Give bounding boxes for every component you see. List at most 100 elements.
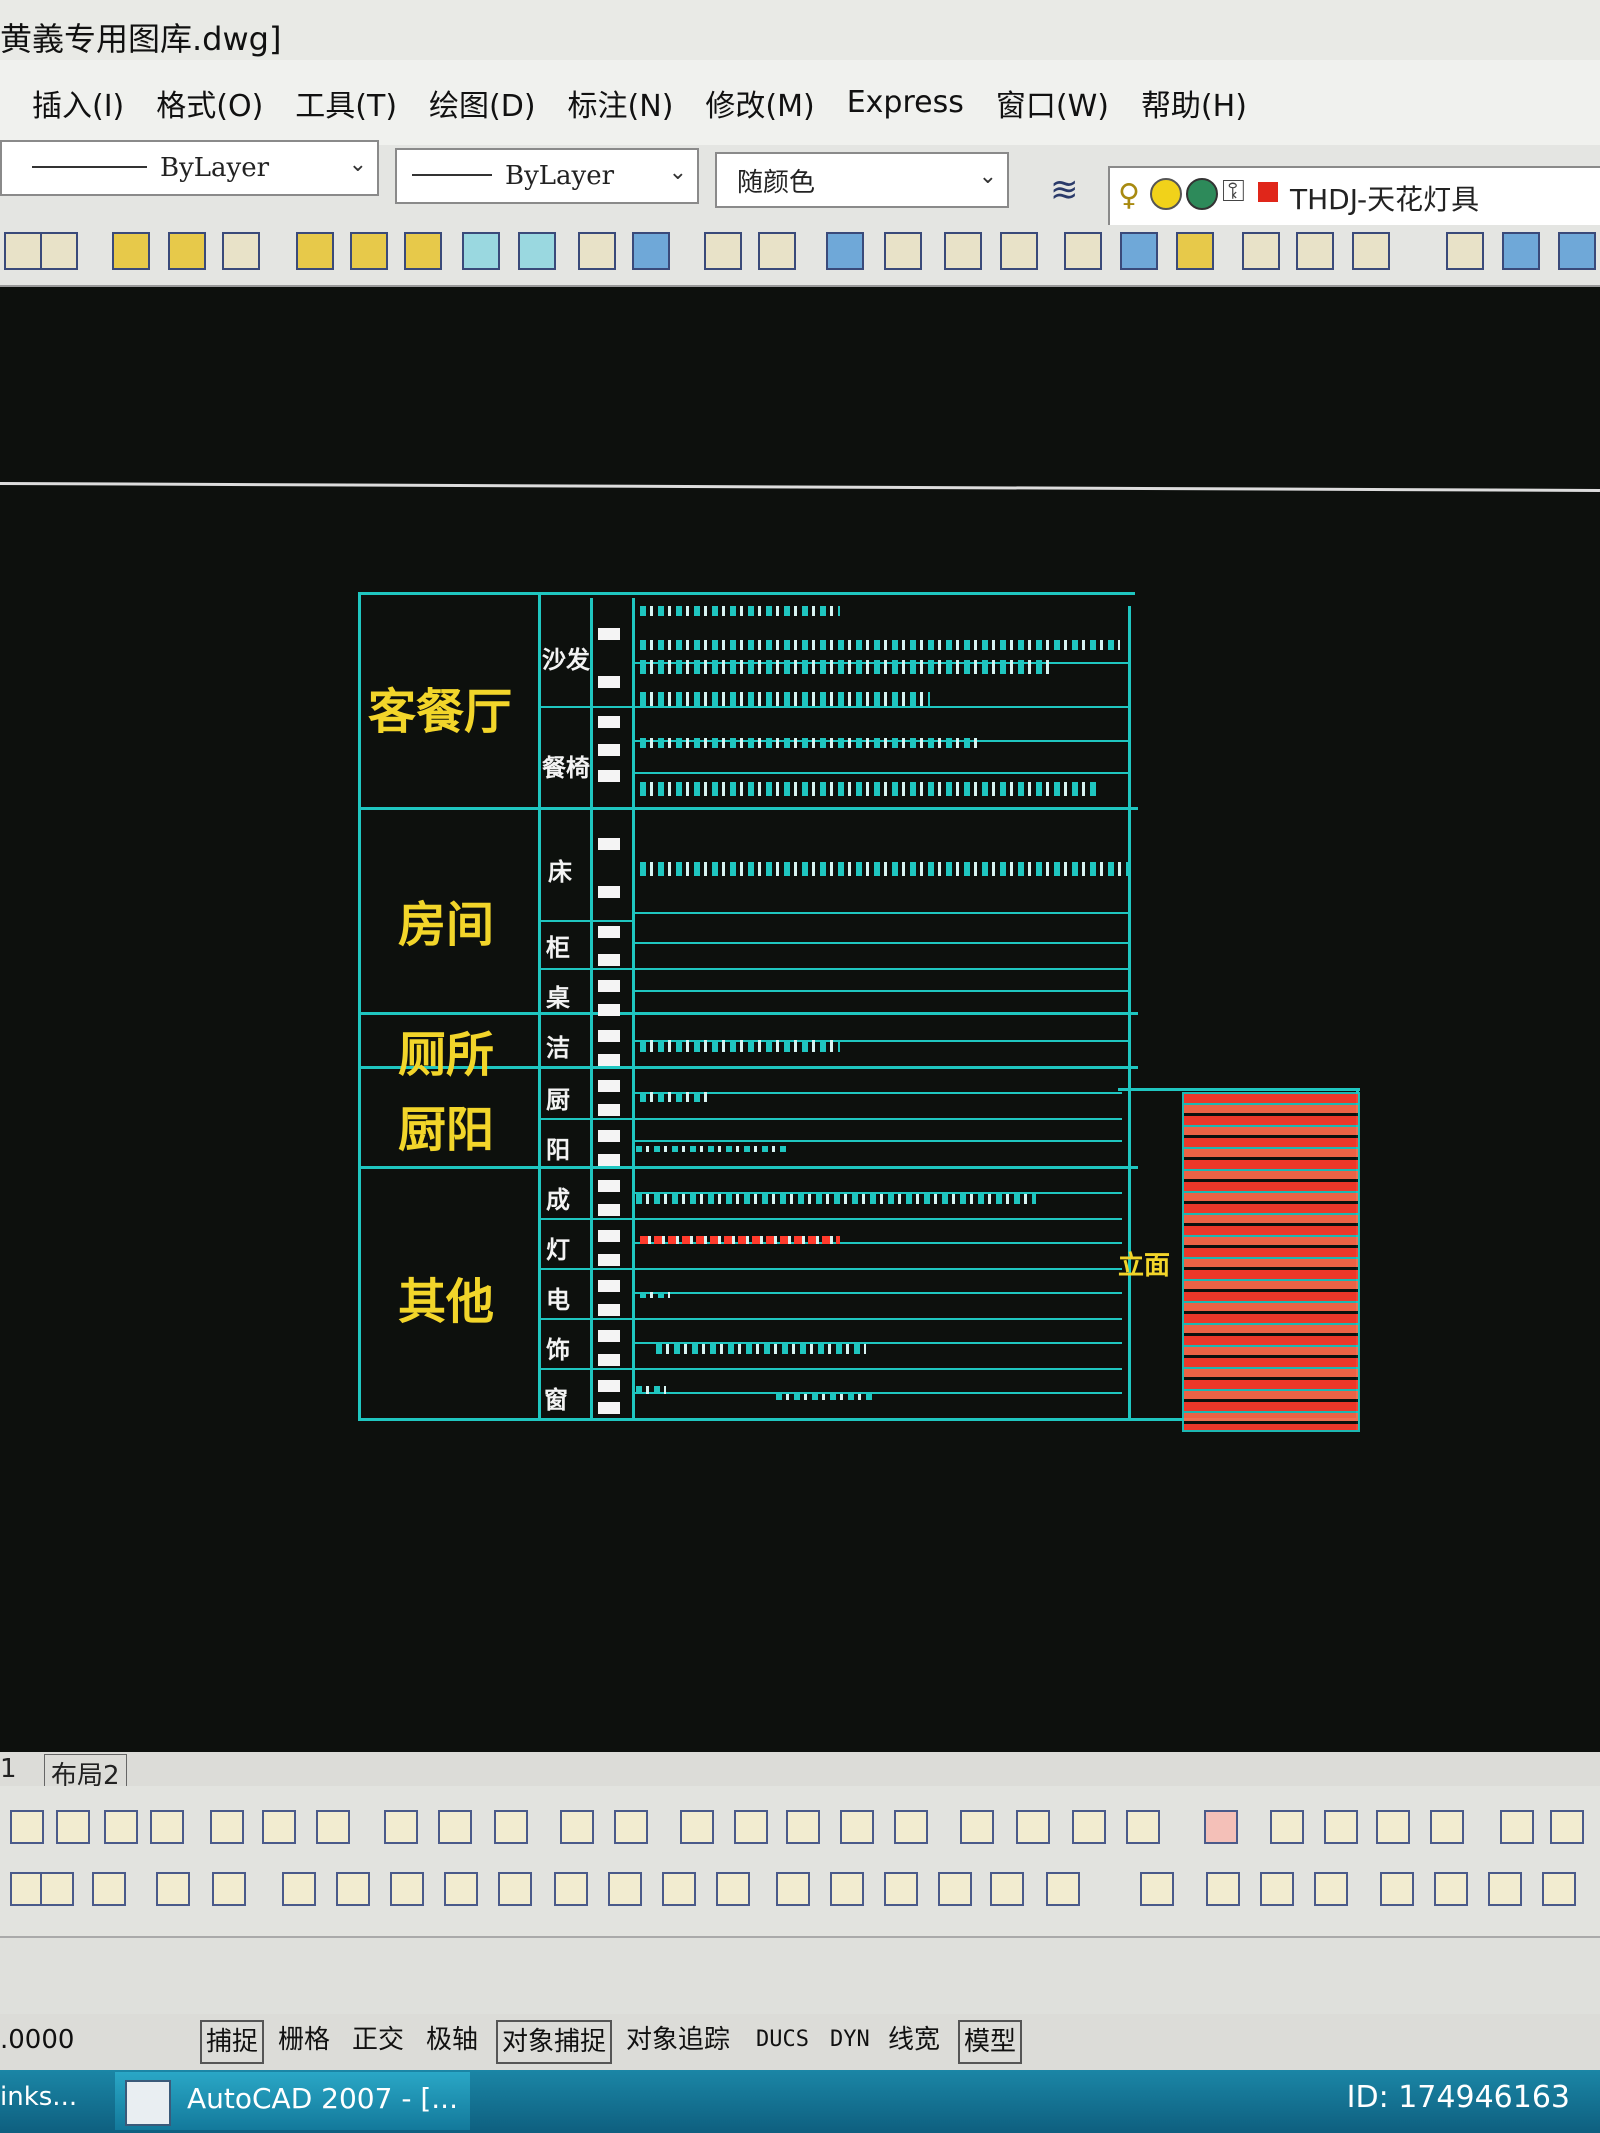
layers-icon[interactable]: ≋	[1050, 170, 1079, 210]
toolbar-icon[interactable]	[1176, 232, 1214, 270]
block-thumbnails[interactable]	[640, 738, 980, 748]
toolbar-icon[interactable]	[704, 232, 742, 270]
toolbar-icon[interactable]	[212, 1872, 246, 1906]
toolbar-icon[interactable]	[336, 1872, 370, 1906]
toolbar-icon[interactable]	[1126, 1810, 1160, 1844]
toolbar-icon[interactable]	[826, 232, 864, 270]
status-ducs[interactable]: DUCS	[756, 2020, 809, 2060]
toolbar-icon[interactable]	[1380, 1872, 1414, 1906]
toolbar-icon[interactable]	[554, 1872, 588, 1906]
taskbar-links[interactable]: inks...	[0, 2082, 77, 2112]
toolbar-icon[interactable]	[282, 1872, 316, 1906]
toolbar-icon[interactable]	[462, 232, 500, 270]
toolbar-icon[interactable]	[404, 232, 442, 270]
toolbar-icon[interactable]	[390, 1872, 424, 1906]
toolbar-icon[interactable]	[1064, 232, 1102, 270]
status-dyn[interactable]: DYN	[830, 2020, 870, 2060]
toolbar-icon[interactable]	[316, 1810, 350, 1844]
block-thumbnails[interactable]	[640, 606, 840, 616]
tab-layout1[interactable]: 1	[0, 1754, 17, 1784]
toolbar-icon[interactable]	[40, 1872, 74, 1906]
block-thumbnails[interactable]	[636, 1194, 1036, 1204]
toolbar-icon[interactable]	[438, 1810, 472, 1844]
toolbar-icon[interactable]	[1324, 1810, 1358, 1844]
toolbar-icon[interactable]	[104, 1810, 138, 1844]
drawing-canvas[interactable]	[0, 287, 1600, 1752]
toolbar-icon[interactable]	[1260, 1872, 1294, 1906]
toolbar-icon[interactable]	[498, 1872, 532, 1906]
menu-window[interactable]: 窗口(W)	[996, 81, 1109, 125]
toolbar-icon[interactable]	[262, 1810, 296, 1844]
toolbar-icon[interactable]	[830, 1872, 864, 1906]
toolbar-icon[interactable]	[56, 1810, 90, 1844]
block-thumbnails[interactable]	[640, 1040, 840, 1052]
status-ortho[interactable]: 正交	[352, 2020, 404, 2060]
toolbar-icon[interactable]	[786, 1810, 820, 1844]
toolbar-icon[interactable]	[1206, 1872, 1240, 1906]
toolbar-icon[interactable]	[1046, 1872, 1080, 1906]
hatch-icon[interactable]	[40, 232, 78, 270]
status-grid[interactable]: 栅格	[278, 2020, 330, 2060]
toolbar-icon[interactable]	[296, 232, 334, 270]
toolbar-icon[interactable]	[1542, 1872, 1576, 1906]
status-osnap[interactable]: 对象捕捉	[496, 2020, 613, 2064]
layer-select[interactable]: ♀ ⚿ THDJ-天花灯具	[1108, 166, 1600, 228]
block-thumbnails[interactable]	[640, 1292, 670, 1298]
menu-tools[interactable]: 工具(T)	[295, 81, 397, 125]
toolbar-icon[interactable]	[578, 232, 616, 270]
toolbar-icon[interactable]	[776, 1872, 810, 1906]
toolbar-icon[interactable]	[1488, 1872, 1522, 1906]
block-thumbnails[interactable]	[640, 862, 1130, 876]
block-thumbnails[interactable]	[640, 782, 1100, 796]
toolbar-icon[interactable]	[1016, 1810, 1050, 1844]
block-thumbnails[interactable]	[656, 1344, 866, 1354]
block-thumbnails[interactable]	[776, 1394, 876, 1400]
toolbar-icon[interactable]	[1430, 1810, 1464, 1844]
menu-insert[interactable]: 插入(I)	[32, 81, 124, 125]
toolbar-icon[interactable]	[1314, 1872, 1348, 1906]
toolbar-icon[interactable]	[716, 1872, 750, 1906]
toolbar-icon[interactable]	[840, 1810, 874, 1844]
toolbar-icon[interactable]	[10, 1872, 44, 1906]
toolbar-icon[interactable]	[494, 1810, 528, 1844]
chevron-down-icon[interactable]: ⌄	[669, 160, 687, 185]
chevron-down-icon[interactable]: ⌄	[349, 152, 367, 177]
toolbar-icon[interactable]	[10, 1810, 44, 1844]
color-select[interactable]: 随颜色 ⌄	[715, 152, 1009, 208]
toolbar-icon[interactable]	[632, 232, 670, 270]
toolbar-icon[interactable]	[680, 1810, 714, 1844]
toolbar-icon[interactable]	[1376, 1810, 1410, 1844]
lineweight-select[interactable]: ByLayer ⌄	[395, 148, 699, 204]
toolbar-icon[interactable]	[614, 1810, 648, 1844]
elevation-blocks[interactable]	[1182, 1092, 1360, 1432]
toolbar-icon[interactable]	[1242, 232, 1280, 270]
status-lwt[interactable]: 线宽	[888, 2020, 940, 2060]
toolbar-icon[interactable]	[884, 1872, 918, 1906]
taskbar-autocad-button[interactable]: AutoCAD 2007 - [...	[115, 2072, 470, 2130]
block-thumbnails[interactable]	[640, 1092, 710, 1102]
toolbar-icon[interactable]	[112, 232, 150, 270]
menu-help[interactable]: 帮助(H)	[1141, 81, 1247, 125]
toolbar-icon[interactable]	[1550, 1810, 1584, 1844]
toolbar-icon[interactable]	[150, 1810, 184, 1844]
toolbar-icon[interactable]	[384, 1810, 418, 1844]
toolbar-icon[interactable]	[1296, 232, 1334, 270]
block-thumbnails[interactable]	[640, 640, 1120, 650]
chevron-down-icon[interactable]: ⌄	[979, 164, 997, 189]
toolbar-icon[interactable]	[210, 1810, 244, 1844]
toolbar-icon[interactable]	[990, 1872, 1024, 1906]
toolbar-icon[interactable]	[444, 1872, 478, 1906]
toolbar-icon[interactable]	[518, 232, 556, 270]
toolbar-icon[interactable]	[1502, 232, 1540, 270]
toolbar-icon[interactable]	[1204, 1810, 1238, 1844]
toolbar-icon[interactable]	[1000, 232, 1038, 270]
toolbar-icon[interactable]	[944, 232, 982, 270]
toolbar-icon[interactable]	[1352, 232, 1390, 270]
status-snap[interactable]: 捕捉	[200, 2020, 265, 2064]
toolbar-icon[interactable]	[608, 1872, 642, 1906]
toolbar-icon[interactable]	[222, 232, 260, 270]
toolbar-icon[interactable]	[758, 232, 796, 270]
block-thumbnails[interactable]	[640, 692, 930, 706]
toolbar-icon[interactable]	[4, 232, 42, 270]
toolbar-icon[interactable]	[938, 1872, 972, 1906]
